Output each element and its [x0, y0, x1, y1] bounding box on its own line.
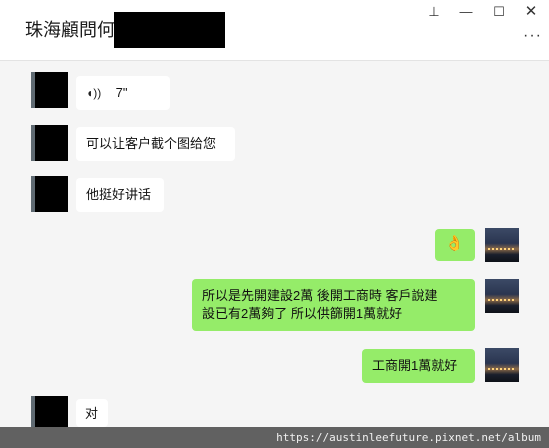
- more-options-icon[interactable]: ···: [523, 28, 542, 44]
- message-line: 所以是先開建設2萬 後開工商時 客戶說建: [202, 288, 438, 303]
- avatar-redaction[interactable]: [35, 176, 68, 212]
- avatar-redaction[interactable]: [35, 396, 68, 427]
- message-bubble[interactable]: 对: [76, 399, 108, 427]
- chat-window: 珠海顧問何 ⊥ — ☐ ✕ ··· ◖)) 7" 可以让客户截个图给您 他挺好讲…: [0, 0, 549, 448]
- minimize-icon[interactable]: —: [457, 4, 475, 20]
- voice-duration: 7": [115, 85, 128, 100]
- chat-header: 珠海顧問何 ⊥ — ☐ ✕ ···: [0, 0, 549, 61]
- watermark-bar: https://austinleefuture.pixnet.net/album: [0, 427, 549, 448]
- emoji-message-bubble[interactable]: 👌: [435, 229, 475, 261]
- chat-title: 珠海顧問何: [25, 20, 115, 40]
- maximize-icon[interactable]: ☐: [490, 4, 508, 20]
- redaction-block: [114, 12, 225, 48]
- avatar[interactable]: [485, 279, 519, 313]
- message-bubble[interactable]: 可以让客户截个图给您: [76, 127, 235, 161]
- avatar[interactable]: [485, 348, 519, 382]
- pin-icon[interactable]: ⊥: [425, 4, 443, 20]
- close-icon[interactable]: ✕: [522, 4, 540, 20]
- avatar-redaction[interactable]: [35, 125, 68, 161]
- message-bubble[interactable]: 他挺好讲话: [76, 178, 164, 212]
- avatar-redaction[interactable]: [35, 72, 68, 108]
- message-line: 設已有2萬夠了 所以供篩開1萬就好: [202, 306, 403, 321]
- message-bubble[interactable]: 所以是先開建設2萬 後開工商時 客戶說建 設已有2萬夠了 所以供篩開1萬就好: [192, 279, 475, 331]
- voice-message-bubble[interactable]: ◖)) 7": [76, 76, 170, 110]
- avatar[interactable]: [485, 228, 519, 262]
- message-bubble[interactable]: 工商開1萬就好: [362, 349, 475, 383]
- voice-icon: ◖)): [86, 86, 102, 100]
